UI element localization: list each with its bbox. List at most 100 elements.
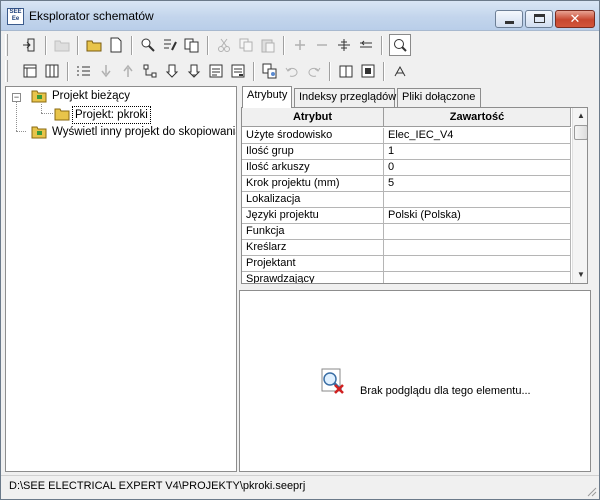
value-cell[interactable]: 1 xyxy=(384,144,571,159)
copy-sheets-icon[interactable] xyxy=(259,60,281,82)
grid-scrollbar[interactable]: ▲ ▼ xyxy=(572,108,587,283)
attribute-cell: Użyte środowisko xyxy=(242,128,384,143)
text-tool-icon[interactable] xyxy=(389,60,411,82)
scroll-thumb[interactable] xyxy=(574,125,587,140)
table-row[interactable]: Ilość grup 1 xyxy=(242,144,571,160)
attribute-cell: Funkcja xyxy=(242,224,384,239)
tab-attributes[interactable]: Atrybuty xyxy=(242,86,292,108)
toolbar-grip[interactable] xyxy=(5,34,8,56)
status-bar: D:\SEE ELECTRICAL EXPERT V4\PROJEKTY\pkr… xyxy=(1,475,599,499)
resize-grip-icon[interactable] xyxy=(585,485,597,497)
grid-header: Atrybut Zawartość xyxy=(242,108,571,127)
columns-view-icon[interactable] xyxy=(41,60,63,82)
attribute-cell: Ilość grup xyxy=(242,144,384,159)
attributes-panel: Atrybuty Indeksy przeglądów Pliki dołącz… xyxy=(239,86,591,286)
app-window: SEE Ee Eksplorator schematów ✕ − Projekt… xyxy=(0,0,600,500)
attribute-cell: Kreślarz xyxy=(242,240,384,255)
table-row[interactable]: Krok projektu (mm) 5 xyxy=(242,176,571,192)
value-cell[interactable] xyxy=(384,256,571,271)
value-cell[interactable]: Polski (Polska) xyxy=(384,208,571,223)
remove-icon[interactable] xyxy=(311,34,333,56)
library-icon[interactable] xyxy=(335,60,357,82)
table-row[interactable]: Projektant xyxy=(242,256,571,272)
scroll-down-icon[interactable]: ▼ xyxy=(573,267,587,283)
close-button[interactable]: ✕ xyxy=(555,10,595,28)
tree-item-label: Projekt: pkroki xyxy=(72,106,151,124)
tree-item-other-project[interactable]: Wyświetl inny projekt do skopiowania xyxy=(6,124,237,140)
maximize-icon xyxy=(534,14,545,23)
open-folder-disabled-icon[interactable] xyxy=(51,34,73,56)
import-icon[interactable] xyxy=(19,34,41,56)
title-bar[interactable]: SEE Ee Eksplorator schematów ✕ xyxy=(1,1,599,31)
zoom-preview-icon[interactable] xyxy=(389,34,411,56)
preview-message: Brak podglądu dla tego elementu... xyxy=(360,385,531,397)
attribute-cell: Krok projektu (mm) xyxy=(242,176,384,191)
value-cell[interactable] xyxy=(384,272,571,283)
tree-structure-icon[interactable] xyxy=(139,60,161,82)
value-cell[interactable] xyxy=(384,224,571,239)
scroll-up-icon[interactable]: ▲ xyxy=(573,108,587,124)
numbered-list-icon[interactable] xyxy=(73,60,95,82)
toolbar-grip[interactable] xyxy=(5,60,8,82)
collapse-icon[interactable]: − xyxy=(12,93,21,102)
new-document-icon[interactable] xyxy=(105,34,127,56)
tree-item-label: Wyświetl inny projekt do skopiowania xyxy=(52,126,237,138)
open-folder-icon[interactable] xyxy=(83,34,105,56)
move-up-icon[interactable] xyxy=(117,60,139,82)
paste-icon[interactable] xyxy=(257,34,279,56)
properties-icon[interactable] xyxy=(357,60,379,82)
folder-icon xyxy=(31,89,47,103)
value-cell[interactable]: Elec_IEC_V4 xyxy=(384,128,571,143)
table-row[interactable]: Funkcja xyxy=(242,224,571,240)
attribute-cell: Projektant xyxy=(242,256,384,271)
minimize-icon xyxy=(505,21,514,24)
align-icon[interactable] xyxy=(355,34,377,56)
add-icon[interactable] xyxy=(289,34,311,56)
preview-panel: Brak podglądu dla tego elementu... xyxy=(239,290,591,472)
project-path: D:\SEE ELECTRICAL EXPERT V4\PROJEKTY\pkr… xyxy=(9,480,306,492)
toolbar-area xyxy=(1,32,599,86)
move-down-icon[interactable] xyxy=(95,60,117,82)
hand-point-icon[interactable] xyxy=(183,60,205,82)
redo-icon[interactable] xyxy=(303,60,325,82)
column-header-content[interactable]: Zawartość xyxy=(384,108,571,127)
sheet-export-icon[interactable] xyxy=(227,60,249,82)
cut-icon[interactable] xyxy=(213,34,235,56)
edit-list-icon[interactable] xyxy=(159,34,181,56)
copy-text-icon[interactable] xyxy=(181,34,203,56)
no-preview-icon xyxy=(318,367,348,397)
tab-attached-files[interactable]: Pliki dołączone xyxy=(397,88,481,107)
find-icon[interactable] xyxy=(137,34,159,56)
maximize-button[interactable] xyxy=(525,10,553,28)
project-tree[interactable]: − Projekt bieżący Projekt: pkroki Wyświe… xyxy=(5,86,237,472)
minimize-button[interactable] xyxy=(495,10,523,28)
value-cell[interactable]: 5 xyxy=(384,176,571,191)
attribute-cell: Ilość arkuszy xyxy=(242,160,384,175)
table-row[interactable]: Lokalizacja xyxy=(242,192,571,208)
sheet-view-icon[interactable] xyxy=(19,60,41,82)
value-cell[interactable] xyxy=(384,192,571,207)
attribute-cell: Języki projektu xyxy=(242,208,384,223)
attributes-grid[interactable]: Atrybut Zawartość Użyte środowisko Elec_I… xyxy=(241,107,588,284)
tree-item-project-pkroki[interactable]: Projekt: pkroki xyxy=(6,106,236,124)
attribute-cell: Lokalizacja xyxy=(242,192,384,207)
value-cell[interactable]: 0 xyxy=(384,160,571,175)
table-row[interactable]: Ilość arkuszy 0 xyxy=(242,160,571,176)
column-header-attribute[interactable]: Atrybut xyxy=(242,108,384,127)
folder-icon xyxy=(54,107,70,121)
table-row[interactable]: Użyte środowisko Elec_IEC_V4 xyxy=(242,128,571,144)
value-cell[interactable] xyxy=(384,240,571,255)
tab-review-indexes[interactable]: Indeksy przeglądów xyxy=(294,88,396,107)
insert-icon[interactable] xyxy=(333,34,355,56)
undo-icon[interactable] xyxy=(281,60,303,82)
sheet-import-icon[interactable] xyxy=(205,60,227,82)
attribute-cell: Sprawdzający xyxy=(242,272,384,283)
hand-down-icon[interactable] xyxy=(161,60,183,82)
tree-item-current-project[interactable]: − Projekt bieżący xyxy=(6,88,236,104)
copy-icon[interactable] xyxy=(235,34,257,56)
table-row[interactable]: Sprawdzający xyxy=(242,272,571,283)
table-row[interactable]: Kreślarz xyxy=(242,240,571,256)
tree-item-label: Projekt bieżący xyxy=(52,90,130,102)
window-title: Eksplorator schematów xyxy=(29,9,154,23)
table-row[interactable]: Języki projektu Polski (Polska) xyxy=(242,208,571,224)
